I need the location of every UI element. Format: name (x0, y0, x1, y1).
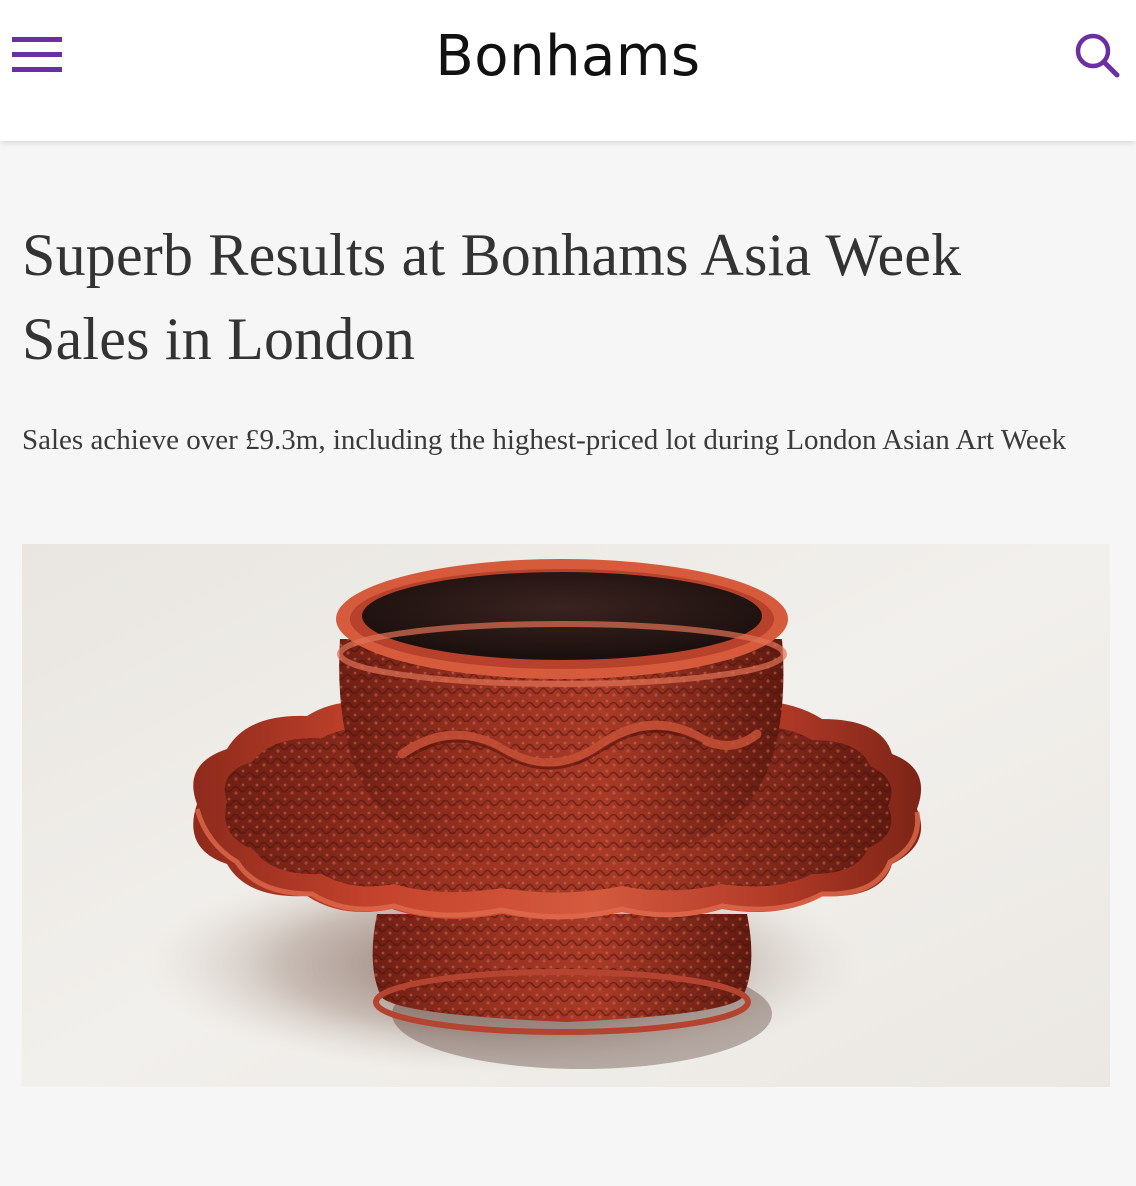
article-hero-image[interactable] (22, 544, 1110, 1087)
bonhams-logo[interactable]: Bonhams (0, 22, 1136, 92)
article-title: Superb Results at Bonhams Asia Week Sale… (22, 222, 962, 372)
article-subtitle: Sales achieve over £9.3m, including the … (22, 424, 1067, 456)
lacquer-cup-stand-image (22, 544, 1110, 1087)
site-header: Bonhams (0, 0, 1136, 141)
search-icon (1075, 33, 1120, 78)
search-button[interactable] (1074, 32, 1120, 78)
